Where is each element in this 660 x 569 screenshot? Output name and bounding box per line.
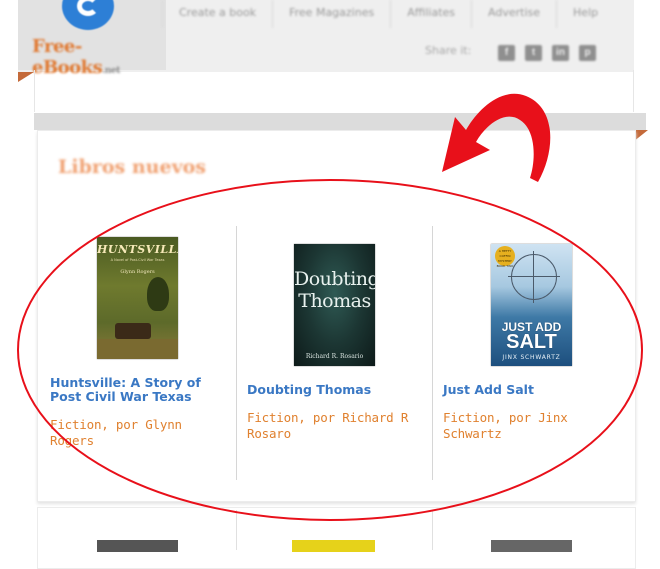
cover-art-wagon [115, 323, 151, 339]
cover-author: Glynn Rogers [120, 269, 155, 275]
section-bar [34, 113, 646, 130]
book-meta: Fiction, por Glynn Rogers [50, 417, 182, 448]
nav-item-advertise[interactable]: Advertise [471, 0, 556, 28]
column-divider [236, 226, 237, 480]
column-divider [432, 510, 433, 550]
content-frame [34, 70, 634, 112]
share-icons: f t in p [498, 45, 596, 61]
book-title-link[interactable]: Doubting Thomas [247, 383, 427, 397]
column-divider [236, 510, 237, 550]
book-cover-huntsville[interactable]: HUNTSVILLE A Novel of Post-Civil War Tex… [97, 237, 178, 359]
section-title: Libros nuevos [58, 156, 206, 178]
logo-e-icon [62, 0, 114, 30]
twitter-icon[interactable]: t [525, 45, 542, 61]
book-meta: Fiction, por Richard R Rosaro [247, 410, 409, 441]
site-logo[interactable]: Free-eBooks.net [18, 0, 166, 78]
nav-item-help[interactable]: Help [556, 0, 614, 28]
nav-item-create-book[interactable]: Create a book [162, 0, 272, 28]
linkedin-icon[interactable]: in [552, 45, 569, 61]
cover-author: Richard R. Rosario [305, 353, 364, 360]
share-label: Share it: [425, 44, 472, 57]
column-divider [432, 226, 433, 480]
top-nav: Create a book Free Magazines Affiliates … [162, 0, 614, 28]
facebook-icon[interactable]: f [498, 45, 515, 61]
book-title-link[interactable]: Just Add Salt [443, 383, 623, 397]
next-books-row [37, 507, 636, 569]
pinterest-icon[interactable]: p [579, 45, 596, 61]
book-title-link[interactable]: Huntsville: A Story of Post Civil War Te… [50, 376, 230, 404]
book-cover-partial[interactable] [491, 540, 572, 552]
nav-item-affiliates[interactable]: Affiliates [390, 0, 471, 28]
cover-series-badge: A HETTY COFFIN MYSTERY BOOK TWO [495, 246, 515, 268]
cover-author: JINX SCHWARTZ [502, 354, 561, 361]
book-meta: Fiction, por Jinx Schwartz [443, 410, 568, 441]
cover-art-ground [97, 339, 178, 359]
cover-title-line1: Doubting [294, 268, 375, 290]
ribbon-corner-left [18, 72, 34, 82]
book-cover-just-add-salt[interactable]: A HETTY COFFIN MYSTERY BOOK TWO JUST ADD… [491, 244, 572, 366]
nav-item-free-magazines[interactable]: Free Magazines [272, 0, 390, 28]
cover-title-line2: SALT [506, 331, 557, 353]
cover-title: HUNTSVILLE [97, 243, 178, 256]
book-cover-doubting-thomas[interactable]: Doubting Thomas Richard R. Rosario [294, 244, 375, 366]
cover-art-compass [508, 251, 560, 303]
book-cover-partial[interactable] [292, 540, 375, 552]
cover-art-tree [147, 277, 169, 311]
cover-title-line2: Thomas [298, 290, 371, 312]
cover-subtitle: A Novel of Post-Civil War Texas [110, 258, 165, 262]
book-cover-partial[interactable] [97, 540, 178, 552]
